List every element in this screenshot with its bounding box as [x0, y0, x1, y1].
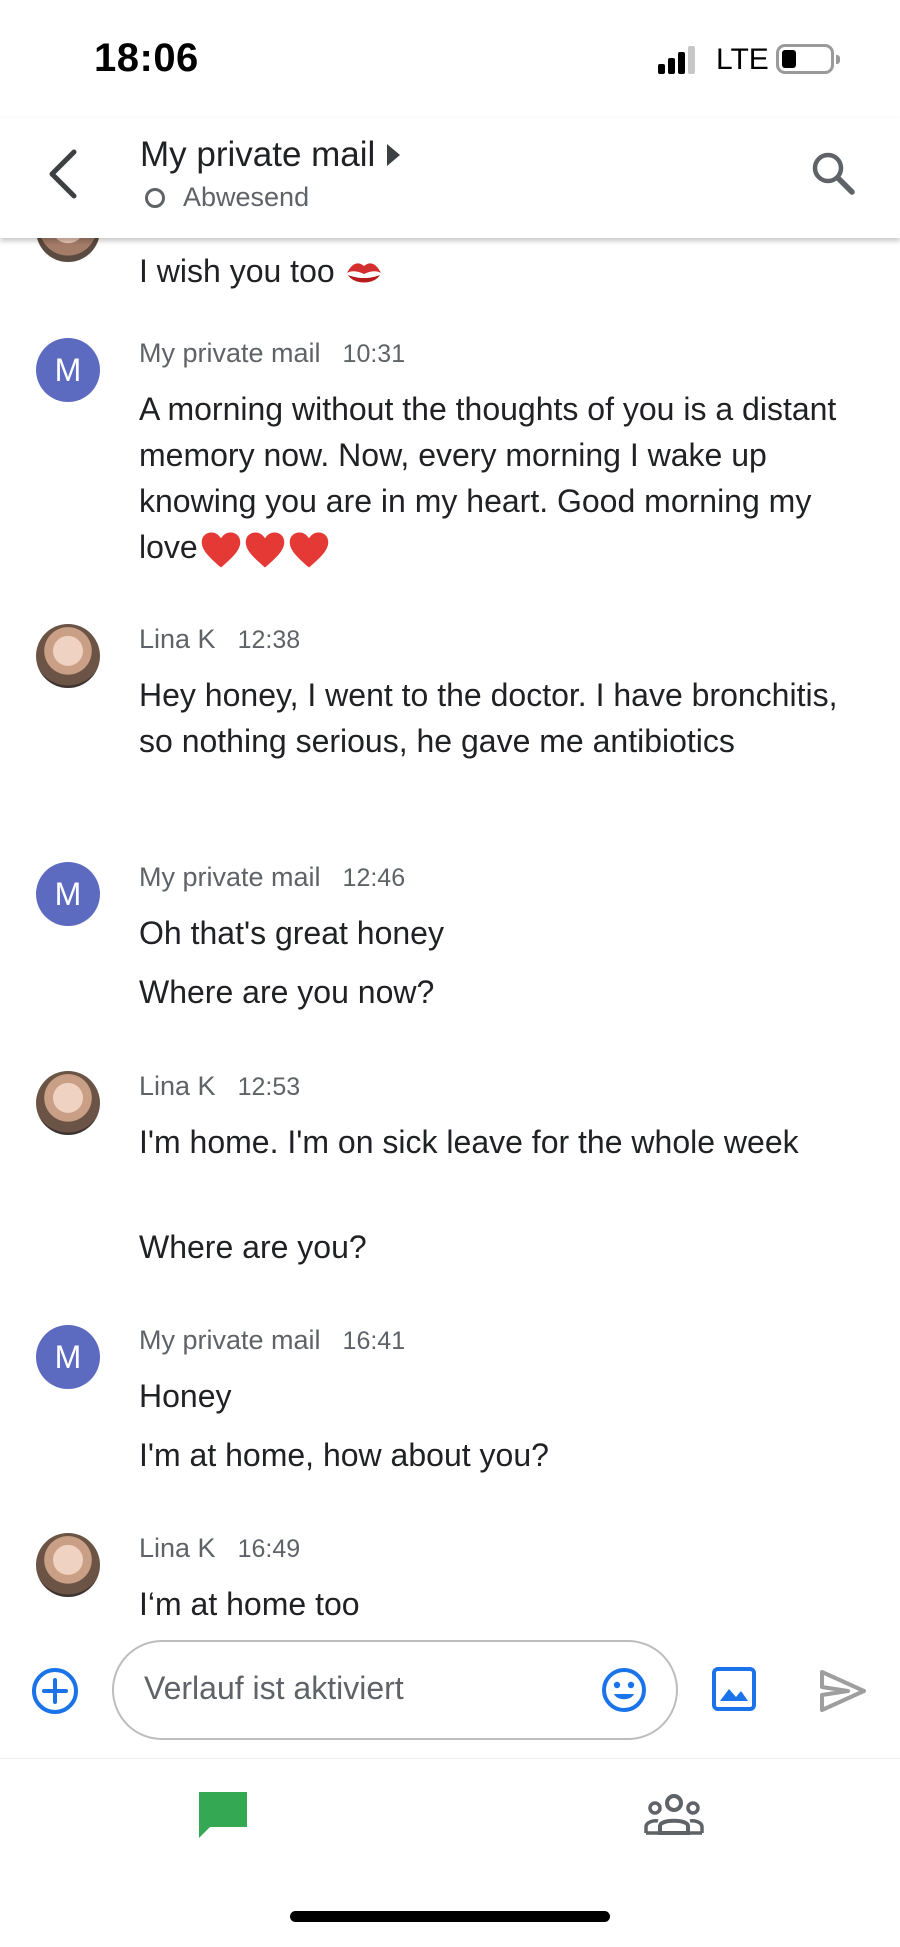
status-bar: 18:06 LTE — [0, 0, 900, 118]
sender-name: Lina K — [139, 624, 216, 654]
chat-header: My private mail Abwesend — [0, 118, 900, 238]
message-header: Lina K 12:38 — [139, 624, 300, 660]
message-text: Where are you now? — [139, 974, 435, 1010]
people-icon — [644, 1794, 704, 1835]
message-time: 12:53 — [237, 1073, 301, 1101]
heart-icon — [289, 532, 328, 568]
sender-name: Lina K — [139, 1071, 216, 1101]
tab-chat[interactable] — [196, 1789, 250, 1841]
send-icon — [820, 1670, 866, 1712]
message-text: Hey honey, I went to the doctor. I have … — [139, 677, 838, 759]
sender-name: My private mail — [139, 338, 321, 368]
battery-icon — [776, 44, 840, 74]
plus-circle-icon — [32, 1668, 78, 1714]
message-time: 16:41 — [342, 1327, 406, 1355]
heart-icon — [201, 532, 240, 568]
network-type: LTE — [716, 43, 769, 76]
avatar[interactable]: M — [36, 862, 100, 926]
presence-status: Abwesend — [145, 182, 309, 213]
home-indicator — [290, 1911, 610, 1922]
message-time: 12:38 — [237, 626, 301, 654]
message-input-placeholder: Verlauf ist aktiviert — [144, 1670, 404, 1706]
message-time: 12:46 — [342, 864, 406, 892]
presence-icon — [145, 187, 165, 208]
chat-icon — [199, 1792, 247, 1838]
bottom-navigation — [0, 1758, 900, 1947]
presence-label: Abwesend — [183, 182, 310, 212]
message-header: My private mail 16:41 — [139, 1325, 405, 1361]
search-icon — [812, 152, 855, 195]
avatar[interactable]: M — [36, 1325, 100, 1389]
image-icon — [712, 1667, 756, 1711]
message-text: I‘m at home too — [139, 1586, 360, 1620]
message-list[interactable]: I wish you too M My private mail 10:31 A… — [0, 238, 900, 1620]
cellular-signal-icon — [658, 46, 698, 74]
message-header: My private mail 12:46 — [139, 862, 405, 898]
search-button[interactable] — [808, 148, 858, 198]
caret-right-icon — [387, 144, 401, 166]
tab-people[interactable] — [644, 1793, 704, 1837]
message-time: 10:31 — [342, 340, 406, 368]
avatar-lina[interactable] — [36, 624, 100, 688]
chat-title-button[interactable]: My private mail — [140, 130, 401, 180]
message-text: Oh that's great honey — [139, 915, 444, 951]
add-button[interactable] — [30, 1666, 80, 1716]
back-button[interactable] — [40, 144, 90, 204]
message-input[interactable]: Verlauf ist aktiviert — [112, 1640, 678, 1740]
kiss-mark-icon — [346, 262, 381, 283]
sender-name: My private mail — [139, 862, 321, 892]
avatar-lina[interactable] — [36, 1071, 100, 1135]
message-text: Honey — [139, 1378, 232, 1414]
chat-title: My private mail — [140, 135, 376, 174]
avatar-lina — [36, 238, 100, 262]
send-button[interactable] — [818, 1668, 868, 1714]
status-time: 18:06 — [94, 36, 199, 80]
message-text: A morning without the thoughts of you is… — [139, 386, 839, 570]
emoji-button[interactable] — [600, 1666, 648, 1714]
message-text: I'm at home, how about you? — [139, 1437, 549, 1473]
message-text: I wish you too — [139, 248, 839, 294]
sender-name: My private mail — [139, 1325, 321, 1355]
chevron-left-icon — [49, 149, 77, 199]
avatar[interactable]: M — [36, 338, 100, 402]
message-time: 16:49 — [237, 1535, 301, 1563]
avatar-lina[interactable] — [36, 1533, 100, 1597]
message-header: Lina K 16:49 — [139, 1533, 300, 1569]
message-text: I'm home. I'm on sick leave for the whol… — [139, 1124, 799, 1160]
message-text: Where are you? — [139, 1229, 367, 1265]
heart-icon — [245, 532, 284, 568]
smiley-icon — [602, 1668, 646, 1712]
message-composer: Verlauf ist aktiviert — [0, 1620, 900, 1758]
add-image-button[interactable] — [710, 1665, 758, 1713]
message-header: Lina K 12:53 — [139, 1071, 300, 1107]
message-header: My private mail 10:31 — [139, 338, 405, 374]
sender-name: Lina K — [139, 1533, 216, 1563]
